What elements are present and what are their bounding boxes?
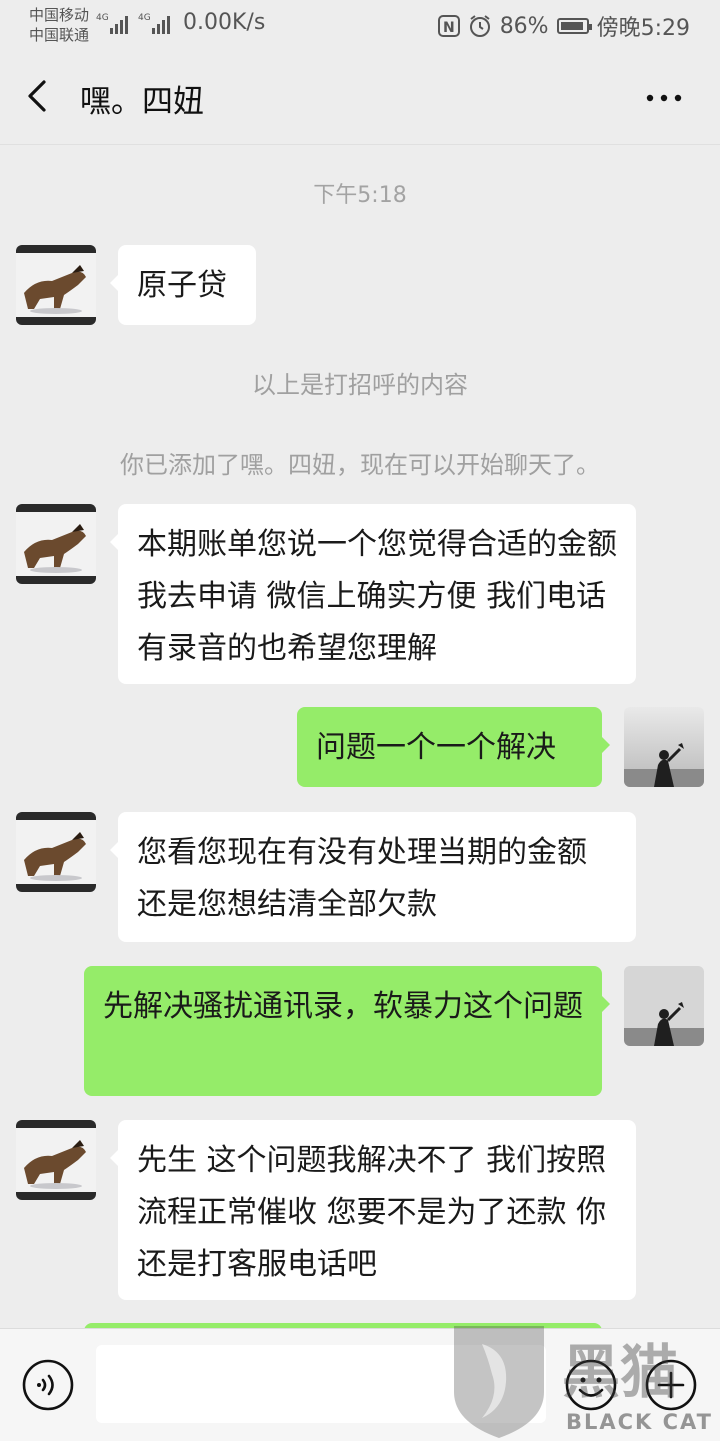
back-icon[interactable] xyxy=(24,78,54,114)
my-avatar[interactable] xyxy=(624,966,704,1046)
battery-icon xyxy=(556,18,592,34)
signal-icon: 4G xyxy=(96,13,128,34)
battery-percent: 86% xyxy=(499,13,549,39)
network-speed: 0.00K/s xyxy=(183,10,266,35)
message-incoming[interactable]: 先生 这个问题我解决不了 我们按照流程正常催收 您要不是为了还款 你还是打客服电… xyxy=(110,1120,636,1300)
svg-text:4G: 4G xyxy=(96,13,109,23)
message-incoming[interactable]: 原子贷 xyxy=(110,245,256,325)
message-input[interactable] xyxy=(96,1345,546,1423)
clock: 傍晚5:29 xyxy=(596,16,690,41)
system-notice: 你已添加了嘿。四妞，现在可以开始聊天了。 xyxy=(120,451,600,479)
alarm-icon xyxy=(469,15,490,37)
message-incoming[interactable]: 您看您现在有没有处理当期的金额 还是您想结清全部欠款 xyxy=(110,812,636,942)
message-outgoing[interactable]: 问题一个一个解决 xyxy=(297,707,610,787)
plus-icon[interactable] xyxy=(645,1359,697,1411)
my-avatar[interactable] xyxy=(624,707,704,787)
signal-icon: 4G xyxy=(138,13,170,34)
nfc-icon: N xyxy=(437,15,460,37)
contact-avatar[interactable] xyxy=(16,812,96,892)
chat-header: 嘿。四妞 xyxy=(0,50,720,145)
message-list[interactable]: 下午5:18 原子贷 以上是打招呼的内容 你已添加了嘿。四妞，现在可以开始聊天了… xyxy=(0,145,720,1328)
carrier-2: 中国联通 xyxy=(29,26,90,44)
contact-avatar[interactable] xyxy=(16,245,96,325)
system-notice: 以上是打招呼的内容 xyxy=(252,371,468,399)
message-incoming[interactable]: 本期账单您说一个您觉得合适的金额 我去申请 微信上确实方便 我们电话有录音的也希… xyxy=(110,504,636,684)
watermark-text: BLACK CAT xyxy=(566,1410,713,1434)
emoji-icon[interactable] xyxy=(565,1359,617,1411)
chat-title: 嘿。四妞 xyxy=(80,84,204,120)
svg-text:4G: 4G xyxy=(138,13,151,23)
svg-text:N: N xyxy=(443,20,455,36)
status-bar: 中国移动 中国联通 4G 4G 0.00K/s N 86% 傍晚5:29 xyxy=(0,0,720,50)
carrier-labels: 中国移动 中国联通 xyxy=(29,5,89,45)
more-icon[interactable] xyxy=(646,94,682,102)
carrier-1: 中国移动 xyxy=(29,6,90,24)
voice-icon[interactable] xyxy=(22,1359,74,1411)
message-outgoing[interactable]: 先解决骚扰通讯录，软暴力这个问题 xyxy=(84,966,610,1096)
contact-avatar[interactable] xyxy=(16,504,96,584)
timestamp: 下午5:18 xyxy=(313,183,407,208)
status-right: N 86% 傍晚5:29 xyxy=(437,10,690,42)
contact-avatar[interactable] xyxy=(16,1120,96,1200)
